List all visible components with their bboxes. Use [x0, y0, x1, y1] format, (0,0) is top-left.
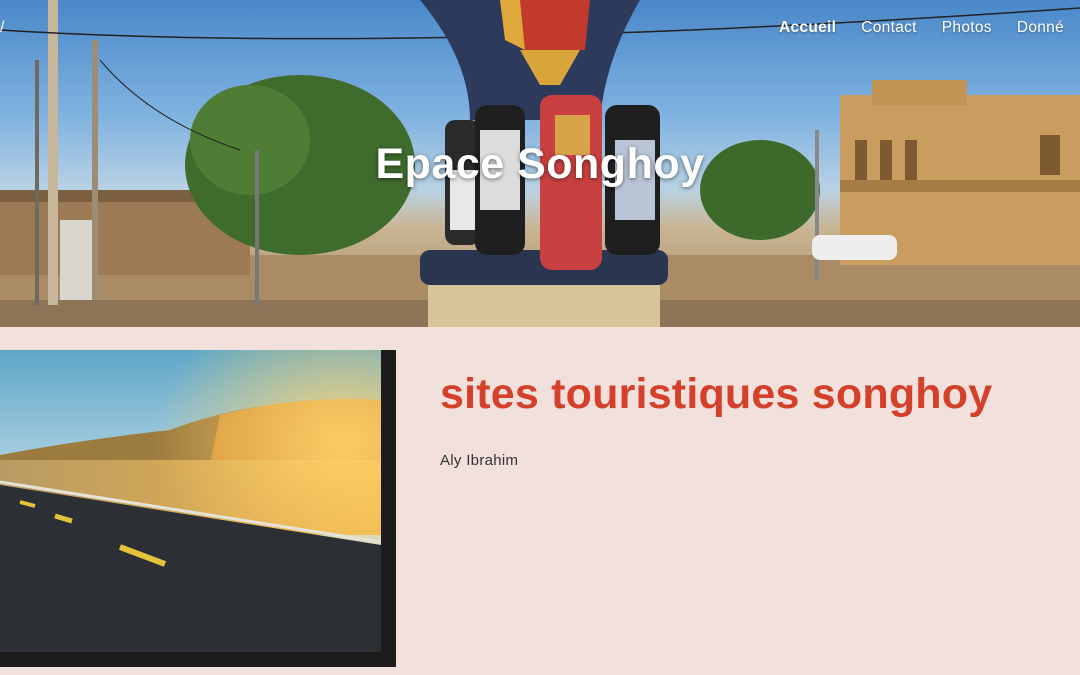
- post-author[interactable]: Aly Ibrahim: [440, 452, 518, 469]
- hero-banner: / Accueil Contact Photos Donné Epace Son…: [0, 0, 1080, 327]
- road-landscape-image: [0, 350, 381, 652]
- nav-item-contact[interactable]: Contact: [861, 19, 917, 37]
- nav-item-photos[interactable]: Photos: [942, 19, 992, 37]
- nav-item-donnees[interactable]: Donné: [1017, 19, 1064, 37]
- nav-item-accueil[interactable]: Accueil: [779, 19, 836, 37]
- hero-title: Epace Songhoy: [375, 140, 705, 188]
- main-nav: Accueil Contact Photos Donné: [779, 19, 1064, 37]
- nav-edge-glyph: /: [0, 19, 5, 36]
- post-featured-image[interactable]: [0, 350, 396, 667]
- post-title[interactable]: sites touristiques songhoy: [440, 370, 992, 419]
